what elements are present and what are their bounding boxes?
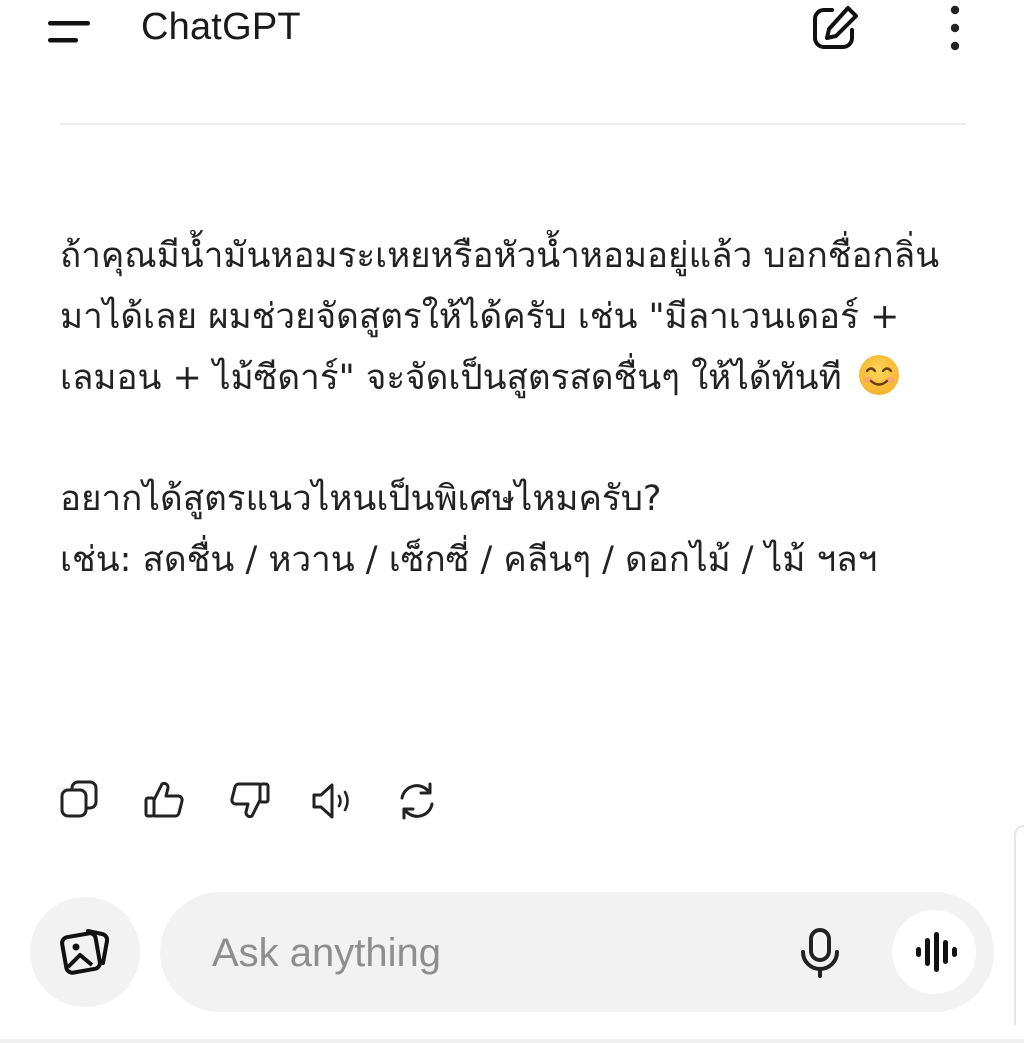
- bottom-border: [0, 1039, 1024, 1043]
- message-text: ถ้าคุณมีน้ำมันหอมระเหยหรือหัวน้ำหอมอยู่แ…: [60, 236, 940, 398]
- thumbs-down-icon: [230, 782, 270, 819]
- image-library-icon: [60, 929, 110, 975]
- read-aloud-button[interactable]: [308, 776, 358, 826]
- regenerate-icon: [400, 782, 434, 820]
- assistant-message: ถ้าคุณมีน้ำมันหอมระเหยหรือหัวน้ำหอมอยู่แ…: [60, 226, 960, 591]
- image-library-button[interactable]: [30, 897, 140, 1007]
- dictate-button[interactable]: [790, 922, 850, 982]
- menu-icon: [48, 21, 90, 43]
- new-chat-button[interactable]: [808, 2, 864, 54]
- copy-icon: [60, 780, 98, 818]
- voice-mode-button[interactable]: [892, 910, 976, 994]
- app-title: ChatGPT: [141, 6, 301, 48]
- message-input[interactable]: [210, 920, 754, 986]
- more-options-button[interactable]: [934, 2, 976, 54]
- more-vertical-icon: [950, 5, 960, 51]
- copy-button[interactable]: [56, 776, 106, 826]
- thumbs-up-icon: [144, 781, 184, 818]
- voice-mode-waveform-icon: [916, 932, 957, 972]
- composer: [160, 892, 994, 1012]
- examples-text: เช่น: สดชื่น / หวาน / เซ็กซี่ / คลีนๆ / …: [60, 540, 878, 580]
- microphone-icon: [801, 928, 839, 978]
- top-app-bar: ChatGPT: [0, 0, 1024, 60]
- menu-button[interactable]: [40, 8, 100, 52]
- side-panel-edge: [1014, 825, 1024, 1025]
- dislike-button[interactable]: [224, 776, 274, 826]
- question-text: อยากได้สูตรแนวไหนเป็นพิเศษไหมครับ?: [60, 479, 662, 519]
- like-button[interactable]: [140, 776, 190, 826]
- header-divider: [60, 123, 966, 125]
- regenerate-button[interactable]: [392, 776, 442, 826]
- message-question: อยากได้สูตรแนวไหนเป็นพิเศษไหมครับ? เช่น: …: [60, 469, 960, 591]
- message-paragraph: ถ้าคุณมีน้ำมันหอมระเหยหรือหัวน้ำหอมอยู่แ…: [60, 226, 960, 409]
- smiling-face-emoji: [858, 355, 899, 395]
- read-aloud-icon: [312, 783, 349, 819]
- new-chat-edit-icon: [813, 6, 858, 49]
- message-actions: [56, 776, 476, 826]
